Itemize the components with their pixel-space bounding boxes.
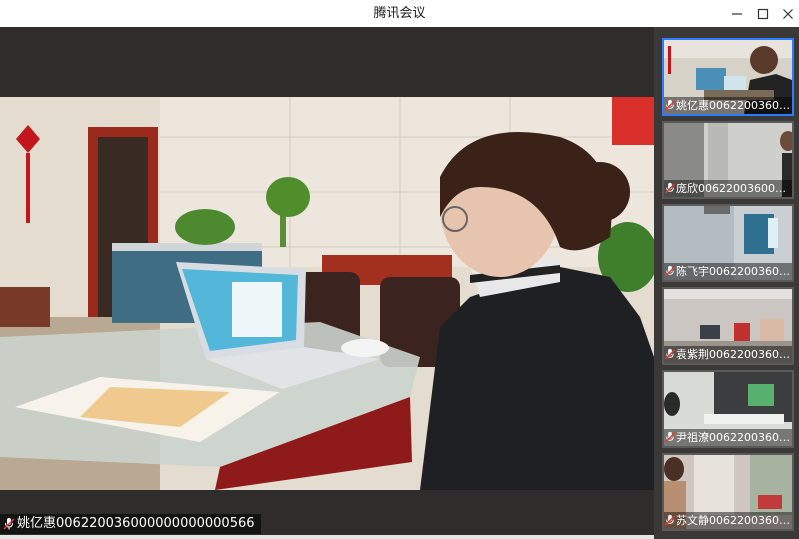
mic-muted-icon [664, 99, 676, 111]
participant-label: 苏文静0062200360000... [664, 512, 792, 529]
speaker-name: 姚亿惠006220036000000000000566 [17, 516, 255, 531]
window-title: 腾讯会议 [373, 6, 426, 21]
participant-name: 苏文静0062200360000... [676, 514, 792, 527]
participant-tile[interactable]: 尹祖潦0062200360000... [662, 370, 794, 448]
participant-tile[interactable]: 姚亿惠0062200360000... [662, 38, 794, 116]
mic-muted-icon [664, 431, 676, 443]
mic-muted-icon [664, 348, 676, 360]
main-stage: 姚亿惠006220036000000000000566 [0, 27, 654, 537]
video-frame [0, 97, 654, 490]
participant-tile[interactable]: 苏文静0062200360000... [662, 453, 794, 531]
participant-name: 姚亿惠0062200360000... [676, 99, 792, 112]
participant-tile[interactable]: 陈飞宇0062200360000... [662, 204, 794, 282]
participant-tile[interactable]: 袁紫荆0062200360000... [662, 287, 794, 365]
participant-label: 袁紫荆0062200360000... [664, 346, 792, 363]
close-button[interactable] [773, 0, 799, 27]
mic-muted-icon [664, 182, 676, 194]
participant-label: 陈飞宇0062200360000... [664, 263, 792, 280]
participant-label: 姚亿惠0062200360000... [664, 97, 792, 114]
participant-label: 尹祖潦0062200360000... [664, 429, 792, 446]
mic-muted-icon [664, 265, 676, 277]
mic-muted-icon [3, 518, 15, 530]
meeting-window: 腾讯会议 姚亿惠006220036000000000000566 姚亿惠0062… [0, 0, 799, 539]
participant-name: 庞欣0062200360000000... [676, 182, 792, 195]
title-bar: 腾讯会议 [0, 0, 799, 28]
participant-sidebar: 姚亿惠0062200360000... 庞欣0062200360000000..… [654, 27, 799, 539]
mic-muted-icon [664, 514, 676, 526]
participant-name: 陈飞宇0062200360000... [676, 265, 792, 278]
participant-tile[interactable]: 庞欣0062200360000000... [662, 121, 794, 199]
speaker-name-badge: 姚亿惠006220036000000000000566 [0, 514, 261, 534]
participant-name: 尹祖潦0062200360000... [676, 431, 792, 444]
participant-label: 庞欣0062200360000000... [664, 180, 792, 197]
taskbar-strip [0, 535, 654, 539]
main-video[interactable] [0, 97, 654, 490]
close-icon [783, 8, 793, 19]
maximize-icon [757, 8, 769, 19]
participant-name: 袁紫荆0062200360000... [676, 348, 792, 361]
minimize-icon [732, 12, 742, 15]
